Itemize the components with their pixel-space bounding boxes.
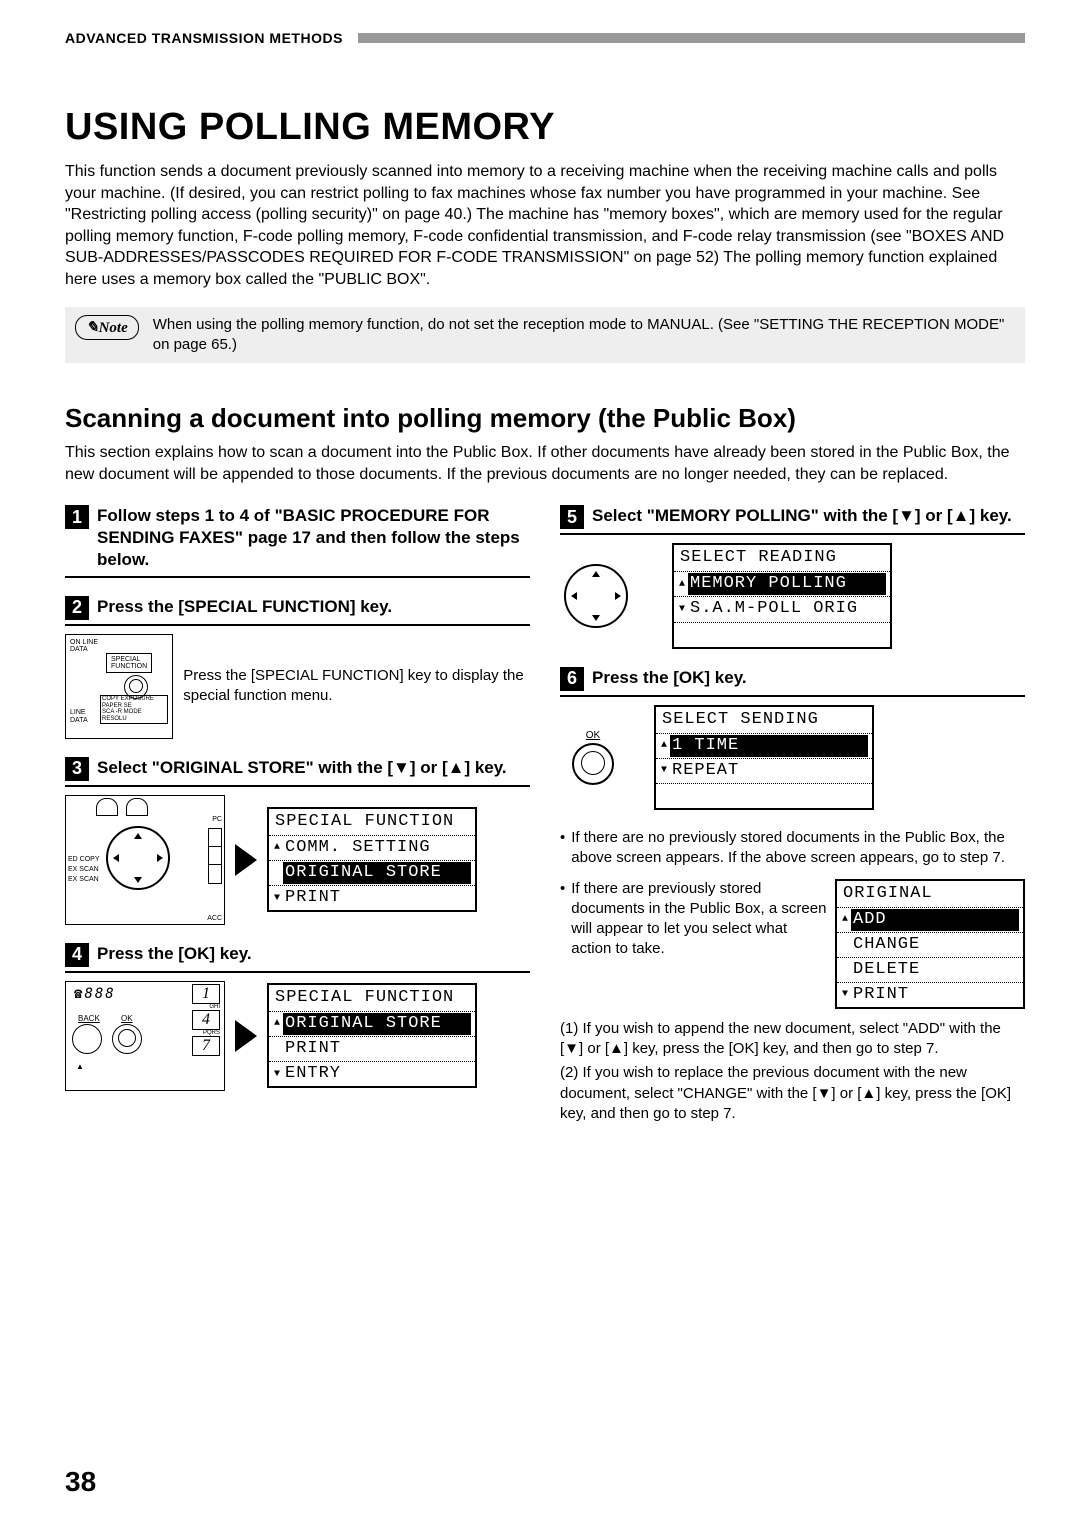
step-title: Press the [OK] key.: [97, 943, 252, 965]
section-intro: This section explains how to scan a docu…: [65, 442, 1025, 485]
step-title: Select "MEMORY POLLING" with the [▼] or …: [592, 505, 1012, 527]
control-panel-illustration: ☎888 BACK OK ▲ 1 GHI 4 PQRS: [65, 981, 225, 1091]
dpad-icon: [106, 826, 170, 890]
bullet-note-with-lcd: If there are previously stored documents…: [560, 879, 1025, 1009]
note-label: ✎Note: [75, 315, 139, 340]
bullet-icon: [560, 879, 565, 899]
step-number: 6: [560, 667, 584, 691]
step-3: 3 Select "ORIGINAL STORE" with the [▼] o…: [65, 757, 530, 925]
header-text: ADVANCED TRANSMISSION METHODS: [65, 30, 343, 46]
dpad-icon: [564, 564, 628, 628]
right-column: 5 Select "MEMORY POLLING" with the [▼] o…: [560, 505, 1025, 1124]
arrow-right-icon: [235, 844, 257, 876]
running-header: ADVANCED TRANSMISSION METHODS: [65, 30, 1025, 46]
ok-button-icon: [112, 1024, 142, 1054]
step-4: 4 Press the [OK] key. ☎888 BACK OK ▲: [65, 943, 530, 1091]
step-title: Press the [OK] key.: [592, 667, 747, 689]
ok-label: OK: [572, 730, 614, 741]
note-box: ✎Note When using the polling memory func…: [65, 307, 1025, 364]
tab-icon: [126, 798, 148, 816]
two-column-steps: 1 Follow steps 1 to 4 of "BASIC PROCEDUR…: [65, 505, 1025, 1124]
step-title: Select "ORIGINAL STORE" with the [▼] or …: [97, 757, 507, 779]
step-number: 5: [560, 505, 584, 529]
step-2: 2 Press the [SPECIAL FUNCTION] key. ON L…: [65, 596, 530, 739]
left-column: 1 Follow steps 1 to 4 of "BASIC PROCEDUR…: [65, 505, 530, 1124]
note-text: When using the polling memory function, …: [153, 315, 1015, 356]
numbered-note-2: (2) If you wish to replace the previous …: [560, 1063, 1025, 1124]
step-number: 2: [65, 596, 89, 620]
control-panel-illustration: ON LINE DATA SPECIAL FUNCTION LINE DATA …: [65, 634, 173, 739]
lcd-screen: SPECIAL FUNCTION ▲COMM. SETTING ORIGINAL…: [267, 807, 477, 912]
back-button-icon: [72, 1024, 102, 1054]
section-heading: Scanning a document into polling memory …: [65, 403, 1025, 434]
lcd-screen: SPECIAL FUNCTION ▲ORIGINAL STORE PRINT ▼…: [267, 983, 477, 1088]
bullet-note: If there are no previously stored docume…: [560, 828, 1025, 869]
bullet-icon: [560, 828, 565, 869]
tab-icon: [96, 798, 118, 816]
control-panel-illustration: ED COPY EX SCAN EX SCAN PC ACC: [65, 795, 225, 925]
step-number: 1: [65, 505, 89, 529]
step-title: Press the [SPECIAL FUNCTION] key.: [97, 596, 392, 618]
header-rule: [358, 33, 1025, 43]
step-1: 1 Follow steps 1 to 4 of "BASIC PROCEDUR…: [65, 505, 530, 577]
page-number: 38: [65, 1466, 96, 1498]
page-title: USING POLLING MEMORY: [65, 106, 1025, 149]
lcd-screen: ORIGINAL ▲ADD CHANGE DELETE ▼PRINT: [835, 879, 1025, 1009]
step-title: Follow steps 1 to 4 of "BASIC PROCEDURE …: [97, 505, 530, 571]
step-number: 3: [65, 757, 89, 781]
intro-paragraph: This function sends a document previousl…: [65, 161, 1025, 291]
numbered-note-1: (1) If you wish to append the new docume…: [560, 1019, 1025, 1060]
step-6: 6 Press the [OK] key. OK SELECT SENDING …: [560, 667, 1025, 810]
page: ADVANCED TRANSMISSION METHODS USING POLL…: [0, 0, 1080, 1528]
lcd-screen: SELECT READING ▲MEMORY POLLING ▼S.A.M-PO…: [672, 543, 892, 648]
lcd-screen: SELECT SENDING ▲1 TIME ▼REPEAT: [654, 705, 874, 810]
step-5: 5 Select "MEMORY POLLING" with the [▼] o…: [560, 505, 1025, 648]
ok-button-icon: [572, 743, 614, 785]
step-body: Press the [SPECIAL FUNCTION] key to disp…: [183, 666, 530, 707]
step-number: 4: [65, 943, 89, 967]
arrow-right-icon: [235, 1020, 257, 1052]
